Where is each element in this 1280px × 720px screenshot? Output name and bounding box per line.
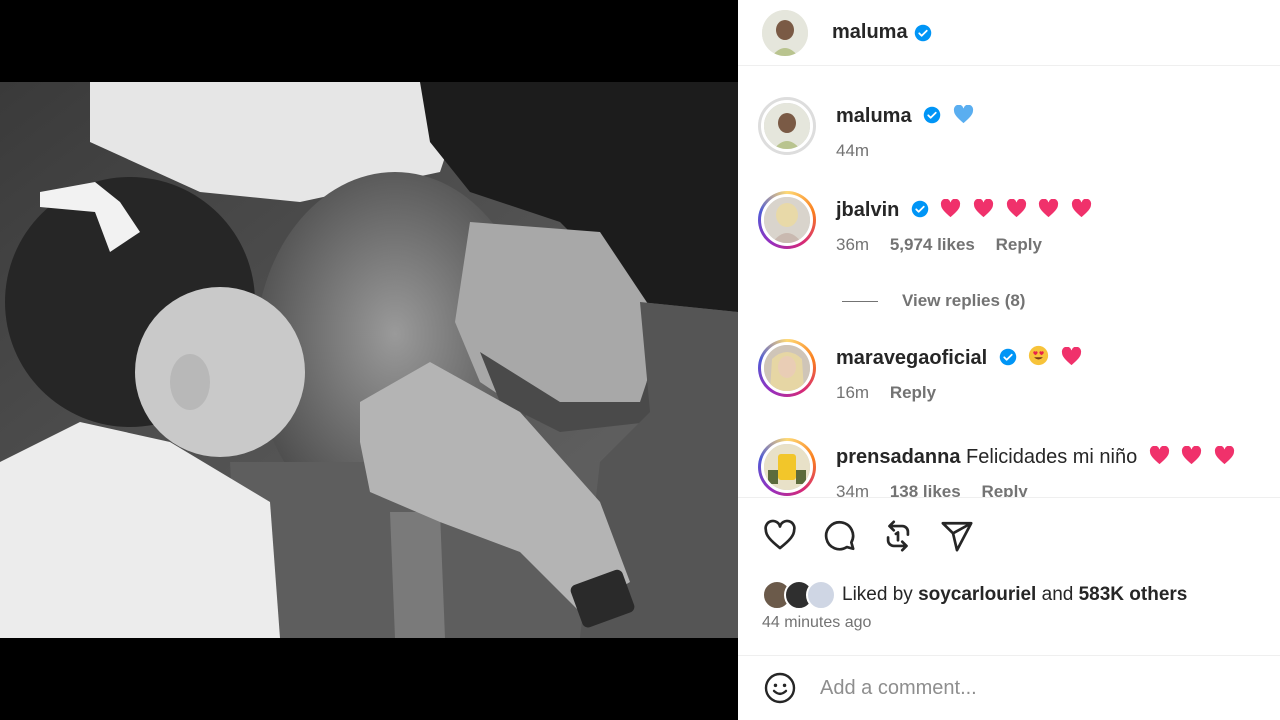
comment-username[interactable]: prensadanna [836, 446, 960, 468]
liked-by-others[interactable]: 583K others [1079, 584, 1188, 606]
liked-by-avatars [762, 580, 838, 610]
post-photo-illustration [0, 82, 738, 638]
red-heart-icon [1038, 198, 1059, 218]
red-heart-icon [1149, 445, 1170, 465]
post-detail-panel: maluma maluma 44m jbalvin 36m 5,974 like… [738, 0, 1280, 720]
comment-time: 16m [836, 383, 870, 402]
comment-avatar[interactable] [758, 438, 816, 496]
comment-avatar[interactable] [758, 339, 816, 397]
post-media-pane [0, 0, 738, 720]
reply-button[interactable]: Reply [981, 482, 1027, 497]
action-bar [762, 518, 998, 554]
comment-likes[interactable]: 138 likes [890, 482, 961, 497]
comments-list[interactable]: maluma 44m jbalvin 36m 5,974 likes Reply… [738, 67, 1280, 497]
red-heart-icon [1006, 198, 1027, 218]
comment-username[interactable]: jbalvin [836, 199, 899, 221]
author-username[interactable]: maluma [832, 21, 908, 44]
red-heart-icon [1214, 445, 1235, 465]
red-heart-icon [973, 198, 994, 218]
comment-username[interactable]: maravegaoficial [836, 347, 987, 369]
caption-username[interactable]: maluma [836, 105, 912, 127]
verified-badge-icon [999, 348, 1017, 366]
verified-badge-icon [911, 200, 929, 218]
heart-eyes-emoji-icon [1028, 345, 1049, 366]
comment-time: 36m [836, 235, 870, 254]
verified-badge-icon [923, 106, 941, 124]
comment-likes[interactable]: 5,974 likes [890, 235, 975, 254]
heart-icon[interactable] [762, 518, 798, 554]
liked-by-summary[interactable]: Liked by soycarlouriel and 583K others [762, 580, 1187, 610]
liker-avatar [806, 580, 836, 610]
reply-button[interactable]: Reply [890, 383, 936, 402]
repost-icon[interactable] [880, 518, 916, 554]
liked-by-user[interactable]: soycarlouriel [918, 584, 1036, 606]
red-heart-icon [1061, 346, 1082, 366]
view-replies-button[interactable]: View replies (8) [842, 291, 1025, 311]
red-heart-icon [1181, 445, 1202, 465]
red-heart-icon [1071, 198, 1092, 218]
caption-time: 44m [836, 141, 870, 160]
post-photo[interactable] [0, 82, 738, 638]
emoji-picker-icon[interactable] [762, 670, 798, 706]
reply-button[interactable]: Reply [996, 235, 1042, 254]
replies-divider [842, 300, 878, 302]
share-icon[interactable] [939, 518, 975, 554]
post-header: maluma [738, 0, 1280, 66]
liked-by-conjunction: and [1041, 584, 1074, 605]
add-comment-input[interactable] [820, 676, 1240, 700]
blue-heart-icon [953, 104, 974, 124]
red-heart-icon [940, 198, 961, 218]
verified-badge-icon [914, 24, 932, 42]
author-avatar[interactable] [762, 9, 808, 56]
comment-time: 34m [836, 482, 870, 497]
caption-avatar[interactable] [758, 97, 816, 155]
view-replies-label: View replies (8) [902, 291, 1026, 310]
post-timestamp[interactable]: 44 minutes ago [762, 614, 871, 632]
post-actions-section: Liked by soycarlouriel and 583K others 4… [738, 497, 1280, 655]
comment-icon[interactable] [821, 518, 857, 554]
add-comment-bar [738, 655, 1280, 720]
comment-text: Felicidades mi niño [966, 446, 1138, 468]
liked-by-prefix: Liked by [842, 584, 913, 605]
comment-avatar[interactable] [758, 191, 816, 249]
